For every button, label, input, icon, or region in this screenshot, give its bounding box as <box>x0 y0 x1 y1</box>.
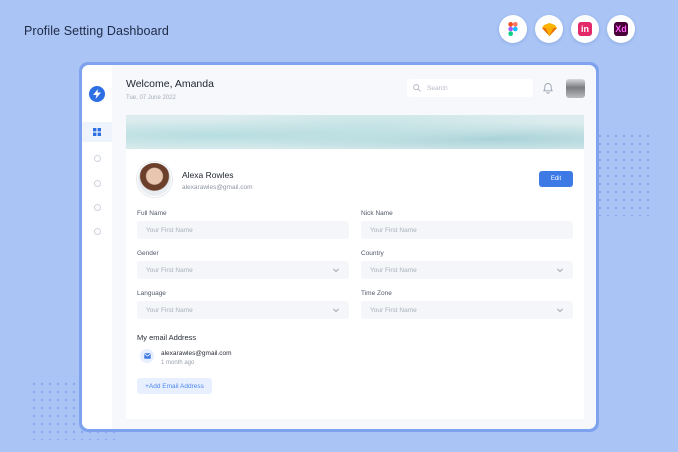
full-name-label: Full Name <box>137 210 167 217</box>
search-input[interactable]: Search <box>407 79 533 97</box>
logo-icon[interactable] <box>89 86 105 102</box>
time-zone-select[interactable]: Your First Name <box>361 301 573 319</box>
search-icon <box>413 84 421 92</box>
nick-name-field[interactable]: Your First Name <box>361 221 573 239</box>
welcome-heading: Welcome, Amanda <box>126 78 214 90</box>
cover-image <box>126 115 584 149</box>
sidebar-item-3[interactable] <box>82 173 112 193</box>
sidebar-item-dashboard[interactable] <box>82 122 112 142</box>
circle-icon <box>93 203 101 211</box>
dashboard-icon <box>93 128 101 136</box>
circle-icon <box>93 227 101 235</box>
email-section-heading: My email Address <box>137 333 197 342</box>
circle-icon <box>93 154 101 162</box>
bell-icon[interactable] <box>542 82 554 94</box>
country-label: Country <box>361 250 384 257</box>
tool-icons: in Xd <box>499 15 635 43</box>
sidebar-item-2[interactable] <box>82 148 112 168</box>
sidebar <box>82 65 112 429</box>
invision-icon: in <box>571 15 599 43</box>
mail-icon <box>140 349 154 363</box>
gender-label: Gender <box>137 250 159 257</box>
chevron-down-icon <box>557 268 563 273</box>
full-name-placeholder: Your First Name <box>146 226 193 234</box>
sidebar-item-4[interactable] <box>82 197 112 217</box>
nick-name-placeholder: Your First Name <box>370 226 417 234</box>
profile-photo <box>137 162 172 197</box>
backdrop-dots <box>596 132 652 216</box>
profile-email: alexarawles@gmail.com <box>182 184 253 191</box>
adobe-xd-icon: Xd <box>607 15 635 43</box>
language-label: Language <box>137 290 166 297</box>
language-select[interactable]: Your First Name <box>137 301 349 319</box>
search-placeholder: Search <box>427 84 448 92</box>
gender-select[interactable]: Your First Name <box>137 261 349 279</box>
full-name-field[interactable]: Your First Name <box>137 221 349 239</box>
chevron-down-icon <box>557 308 563 313</box>
chevron-down-icon <box>333 268 339 273</box>
country-value: Your First Name <box>370 266 417 274</box>
nick-name-label: Nick Name <box>361 210 393 217</box>
user-avatar[interactable] <box>566 79 585 98</box>
profile-card: Alexa Rowles alexarawles@gmail.com Edit … <box>126 115 584 419</box>
app-window: Welcome, Amanda Tue, 07 June 2022 Search… <box>82 65 596 429</box>
sidebar-item-5[interactable] <box>82 221 112 241</box>
figma-icon <box>499 15 527 43</box>
current-date: Tue, 07 June 2022 <box>126 95 176 101</box>
time-zone-label: Time Zone <box>361 290 392 297</box>
language-value: Your First Name <box>146 306 193 314</box>
time-zone-value: Your First Name <box>370 306 417 314</box>
country-select[interactable]: Your First Name <box>361 261 573 279</box>
sketch-icon <box>535 15 563 43</box>
profile-name: Alexa Rowles <box>182 170 234 180</box>
device-frame: Welcome, Amanda Tue, 07 June 2022 Search… <box>79 62 599 432</box>
email-address: alexarawles@gmail.com <box>161 350 232 357</box>
add-email-button[interactable]: +Add Email Address <box>137 378 212 394</box>
email-age: 1 month ago <box>161 360 195 366</box>
chevron-down-icon <box>333 308 339 313</box>
promo-title: Profile Setting Dashboard <box>24 24 169 38</box>
gender-value: Your First Name <box>146 266 193 274</box>
circle-icon <box>93 179 101 187</box>
edit-button[interactable]: Edit <box>539 171 573 187</box>
